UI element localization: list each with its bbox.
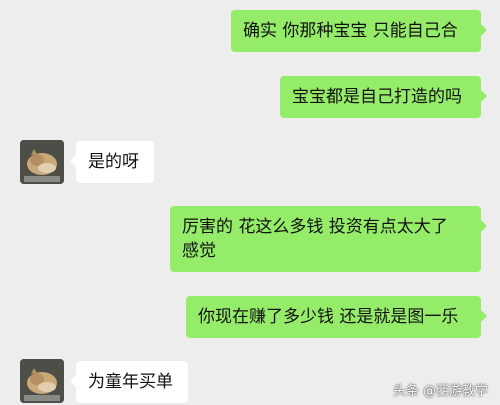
received-message-bubble[interactable]: 是的呀 — [70, 141, 154, 183]
sent-message-bubble[interactable]: 厉害的 花这么多钱 投资有点太大了 感觉 — [170, 206, 487, 272]
chat-conversation: 确实 你那种宝宝 只能自己合 宝宝都是自己打造的吗 是的呀 厉害的 花这么多钱 … — [0, 0, 500, 405]
message-text: 为童年买单 — [88, 372, 173, 392]
contact-avatar[interactable] — [20, 359, 64, 403]
message-text: 你现在赚了多少钱 还是就是图一乐 — [198, 307, 459, 327]
cat-avatar-icon — [20, 140, 64, 184]
cat-avatar-icon — [20, 359, 64, 403]
received-message-bubble[interactable]: 为童年买单 — [70, 361, 188, 403]
watermark: 头条 @西游教学 — [392, 384, 488, 399]
message-text: 是的呀 — [88, 152, 139, 172]
sent-message-bubble[interactable]: 你现在赚了多少钱 还是就是图一乐 — [186, 296, 487, 338]
message-text-line: 感觉 — [182, 241, 216, 261]
message-text-line: 厉害的 花这么多钱 投资有点太大了 — [182, 217, 448, 237]
contact-avatar[interactable] — [20, 140, 64, 184]
sent-message-bubble[interactable]: 确实 你那种宝宝 只能自己合 — [231, 10, 487, 52]
message-text: 宝宝都是自己打造的吗 — [292, 87, 462, 107]
message-text: 确实 你那种宝宝 只能自己合 — [243, 21, 458, 41]
sent-message-bubble[interactable]: 宝宝都是自己打造的吗 — [280, 76, 487, 118]
